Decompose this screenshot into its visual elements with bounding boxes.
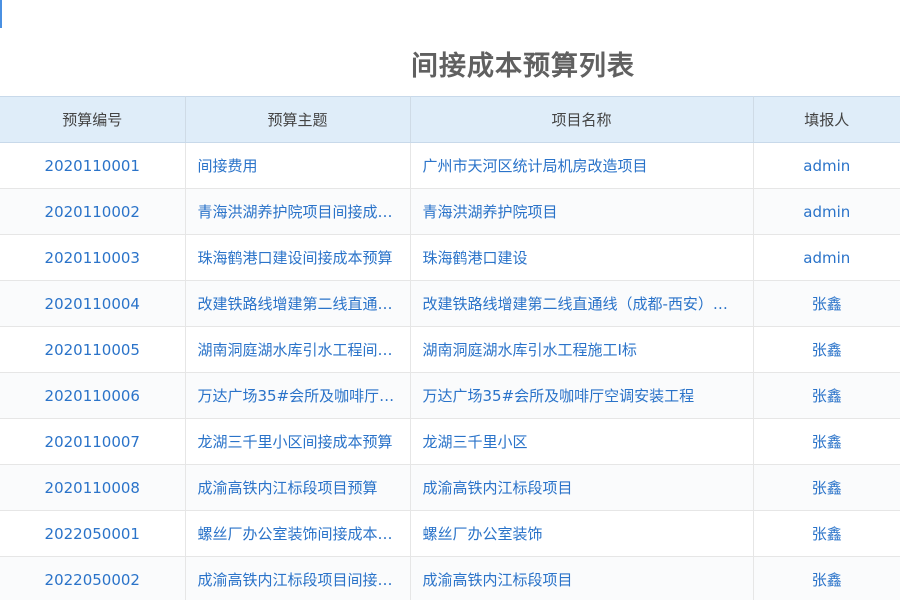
cell-budget-subject[interactable]: 成渝高铁内江标段项目预算: [185, 464, 411, 511]
column-header-reporter[interactable]: 填报人: [753, 96, 900, 143]
cell-budget-subject[interactable]: 改建铁路线增建第二线直通线间接成本预算: [185, 280, 411, 327]
cell-budget-code[interactable]: 2020110006: [0, 372, 186, 419]
cell-project-name[interactable]: 龙湖三千里小区: [410, 418, 754, 465]
cell-budget-code[interactable]: 2022050001: [0, 510, 186, 557]
cell-reporter[interactable]: 张鑫: [753, 372, 900, 419]
cell-budget-code[interactable]: 2020110002: [0, 188, 186, 235]
budget-list-page: 间接成本预算列表 预算编号 预算主题 项目名称 填报人 2020110001 间接…: [0, 0, 900, 600]
cell-budget-subject[interactable]: 青海洪湖养护院项目间接成本预算: [185, 188, 411, 235]
table-row[interactable]: 2020110008 成渝高铁内江标段项目预算 成渝高铁内江标段项目 张鑫: [0, 464, 900, 511]
cell-budget-subject[interactable]: 湖南洞庭湖水库引水工程间接成本预算: [185, 326, 411, 373]
cell-budget-subject[interactable]: 间接费用: [185, 142, 411, 189]
cell-project-name[interactable]: 成渝高铁内江标段项目: [410, 556, 754, 600]
table-row[interactable]: 2020110004改建铁路线增建第二线直通线间接成本预算改建铁路线增建第二线直…: [0, 280, 900, 327]
cell-budget-subject[interactable]: 成渝高铁内江标段项目间接成本预算: [185, 556, 411, 600]
cell-budget-code[interactable]: 2020110003: [0, 234, 186, 281]
cell-reporter[interactable]: 张鑫: [753, 280, 900, 327]
cell-reporter[interactable]: 张鑫: [753, 464, 900, 511]
cell-project-name[interactable]: 万达广场35#会所及咖啡厅空调安装工程: [410, 372, 754, 419]
cell-budget-code[interactable]: 2020110005: [0, 326, 186, 373]
cell-project-name[interactable]: 广州市天河区统计局机房改造项目: [410, 142, 754, 189]
cell-budget-subject[interactable]: 珠海鹤港口建设间接成本预算: [185, 234, 411, 281]
cell-budget-code[interactable]: 2020110007: [0, 418, 186, 465]
column-header-budget-subject[interactable]: 预算主题: [185, 96, 411, 143]
column-header-project-name[interactable]: 项目名称: [410, 96, 754, 143]
cell-reporter[interactable]: 张鑫: [753, 418, 900, 465]
cell-budget-code[interactable]: 2020110008: [0, 464, 186, 511]
cell-project-name[interactable]: 湖南洞庭湖水库引水工程施工I标: [410, 326, 754, 373]
cell-project-name[interactable]: 成渝高铁内江标段项目: [410, 464, 754, 511]
cell-reporter[interactable]: 张鑫: [753, 556, 900, 600]
budget-table: 预算编号 预算主题 项目名称 填报人 2020110001 间接费用 广州市天河区统…: [0, 96, 900, 600]
table-body: 2020110001 间接费用 广州市天河区统计局机房改造项目 admin 202011…: [0, 142, 900, 600]
cell-project-name[interactable]: 青海洪湖养护院项目: [410, 188, 754, 235]
left-edge-marker: [0, 0, 2, 28]
cell-reporter[interactable]: 张鑫: [753, 326, 900, 373]
table-row[interactable]: 2022050001 螺丝厂办公室装饰间接成本预算 螺丝厂办公室装饰 张鑫: [0, 510, 900, 557]
cell-budget-subject[interactable]: 螺丝厂办公室装饰间接成本预算: [185, 510, 411, 557]
table-row[interactable]: 2020110005湖南洞庭湖水库引水工程间接成本预算湖南洞庭湖水库引水工程施工…: [0, 326, 900, 373]
table-row[interactable]: 2020110007 龙湖三千里小区间接成本预算 龙湖三千里小区 张鑫: [0, 418, 900, 465]
cell-project-name[interactable]: 改建铁路线增建第二线直通线（成都-西安）项目: [410, 280, 754, 327]
cell-reporter[interactable]: admin: [753, 188, 900, 235]
cell-reporter[interactable]: admin: [753, 234, 900, 281]
column-header-budget-code[interactable]: 预算编号: [0, 96, 186, 143]
cell-budget-subject[interactable]: 万达广场35#会所及咖啡厅间接成本预算: [185, 372, 411, 419]
table-row[interactable]: 2020110001 间接费用 广州市天河区统计局机房改造项目 admin: [0, 142, 900, 189]
table-header-row: 预算编号 预算主题 项目名称 填报人: [0, 96, 900, 143]
cell-reporter[interactable]: 张鑫: [753, 510, 900, 557]
cell-budget-code[interactable]: 2022050002: [0, 556, 186, 600]
page-title: 间接成本预算列表: [411, 51, 635, 82]
table-row[interactable]: 2022050002成渝高铁内江标段项目间接成本预算成渝高铁内江标段项目张鑫: [0, 556, 900, 600]
cell-project-name[interactable]: 螺丝厂办公室装饰: [410, 510, 754, 557]
table-row[interactable]: 2020110006万达广场35#会所及咖啡厅间接成本预算万达广场35#会所及咖…: [0, 372, 900, 419]
cell-budget-code[interactable]: 2020110001: [0, 142, 186, 189]
cell-project-name[interactable]: 珠海鹤港口建设: [410, 234, 754, 281]
cell-budget-subject[interactable]: 龙湖三千里小区间接成本预算: [185, 418, 411, 465]
table-row[interactable]: 2020110003 珠海鹤港口建设间接成本预算 珠海鹤港口建设 admin: [0, 234, 900, 281]
table-row[interactable]: 2020110002 青海洪湖养护院项目间接成本预算 青海洪湖养护院项目 admin: [0, 188, 900, 235]
cell-budget-code[interactable]: 2020110004: [0, 280, 186, 327]
cell-reporter[interactable]: admin: [753, 142, 900, 189]
